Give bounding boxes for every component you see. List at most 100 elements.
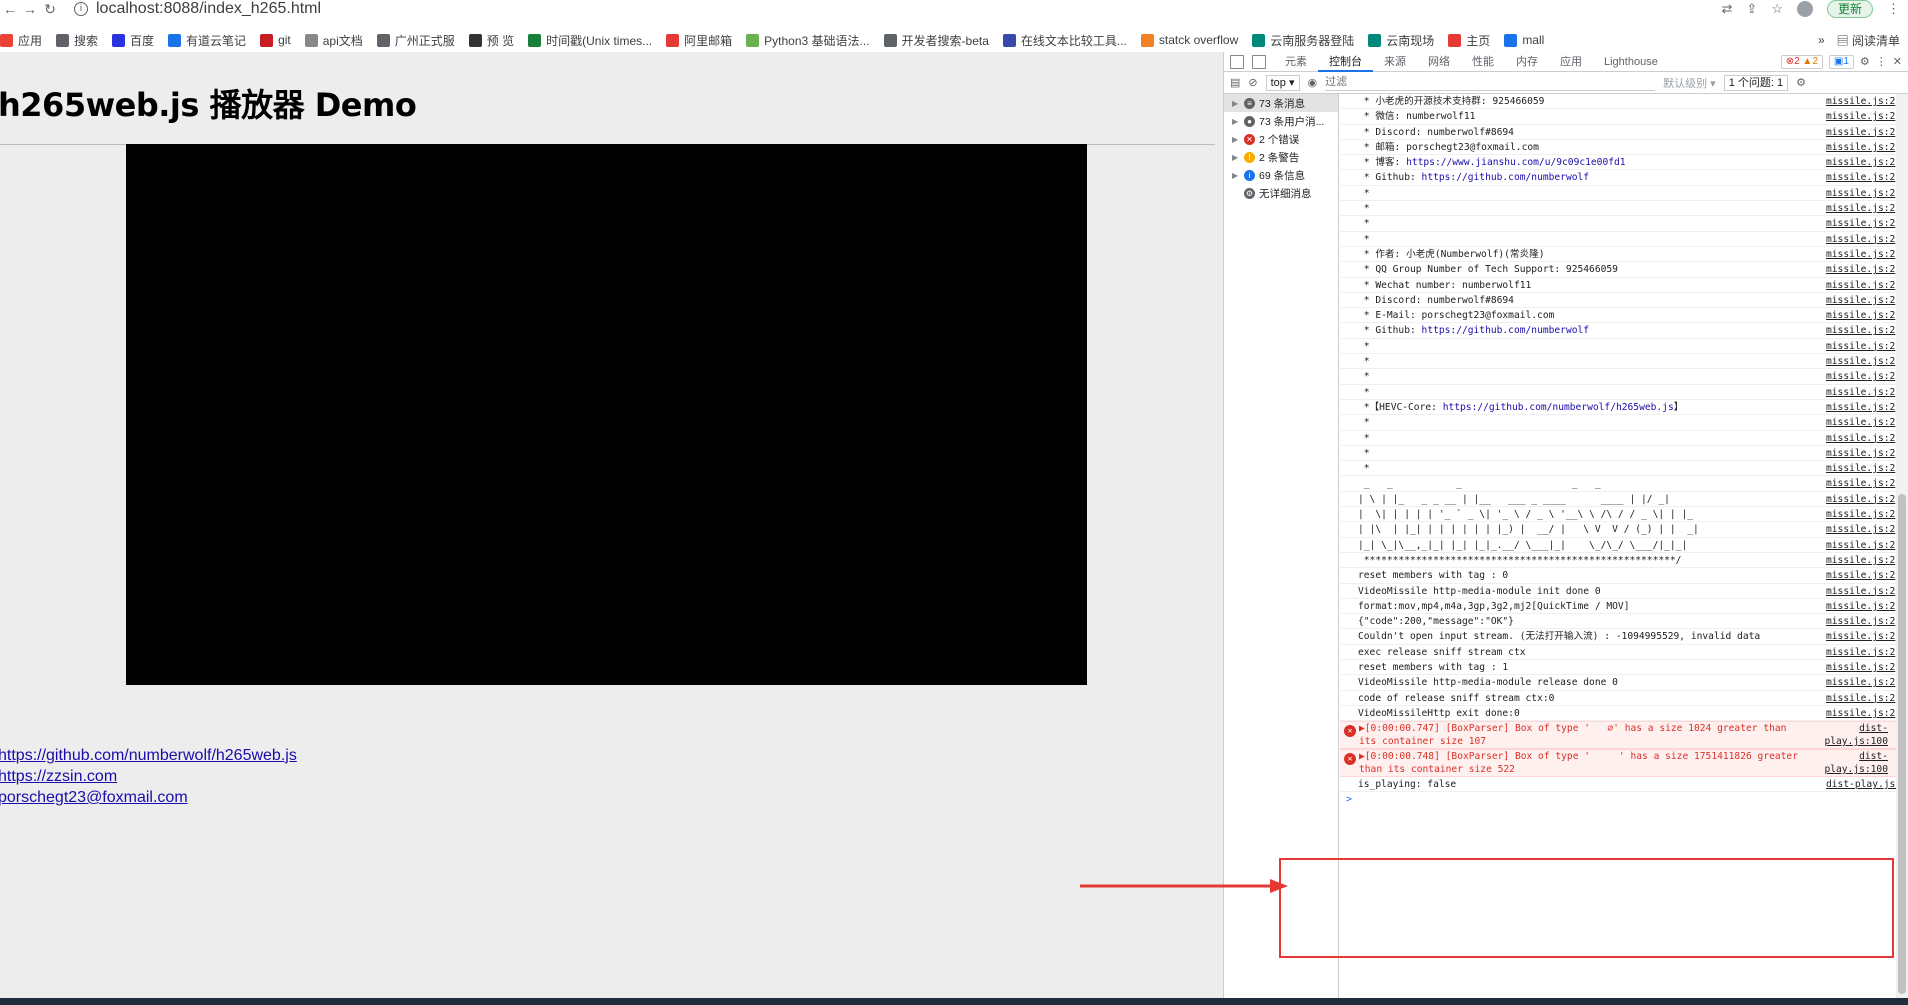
device-toggle-icon[interactable] bbox=[1252, 54, 1266, 69]
console-settings-icon[interactable]: ⚙ bbox=[1796, 76, 1806, 89]
source-link[interactable]: missile.js:2 bbox=[1826, 538, 1896, 552]
source-link[interactable]: missile.js:2 bbox=[1826, 568, 1896, 582]
source-link[interactable]: missile.js:2 bbox=[1826, 109, 1896, 123]
bookmark-item[interactable]: 有道云笔记 bbox=[168, 32, 246, 49]
source-link[interactable]: missile.js:2 bbox=[1826, 507, 1896, 521]
reading-list-button[interactable]: ▤ 阅读清单 bbox=[1837, 32, 1900, 49]
sidebar-filter-item[interactable]: ⚙ 无详细消息 bbox=[1224, 184, 1338, 202]
source-link[interactable]: missile.js:2 bbox=[1826, 94, 1896, 108]
expand-arrow-icon[interactable]: ▶ bbox=[1232, 99, 1240, 108]
source-link[interactable]: missile.js:2 bbox=[1826, 492, 1896, 506]
devtools-tab[interactable]: Lighthouse bbox=[1593, 52, 1669, 72]
source-link[interactable]: missile.js:2 bbox=[1826, 125, 1896, 139]
site-info-icon[interactable]: i bbox=[74, 2, 88, 16]
source-link[interactable]: missile.js:2 bbox=[1826, 140, 1896, 154]
console-error-message[interactable]: ✕ ▶[0:00:00.747] [BoxParser] Box of type … bbox=[1340, 721, 1896, 750]
star-icon[interactable]: ☆ bbox=[1771, 1, 1783, 17]
bookmark-item[interactable]: 阿里邮箱 bbox=[666, 32, 732, 49]
devtools-tab[interactable]: 控制台 bbox=[1318, 52, 1373, 72]
source-link[interactable]: missile.js:2 bbox=[1826, 293, 1896, 307]
issues-button[interactable]: 1 个问题: 1 bbox=[1723, 74, 1789, 91]
close-icon[interactable]: ✕ bbox=[1893, 55, 1902, 68]
source-link[interactable]: missile.js:2 bbox=[1826, 599, 1896, 613]
source-link[interactable]: missile.js:2 bbox=[1826, 675, 1896, 689]
scrollbar-thumb[interactable] bbox=[1898, 494, 1906, 994]
avatar[interactable] bbox=[1796, 1, 1813, 17]
source-link[interactable]: dist-play.js:100 bbox=[1806, 750, 1896, 776]
source-link[interactable]: missile.js:2 bbox=[1826, 155, 1896, 169]
github-link[interactable]: https://github.com/numberwolf/h265web.js bbox=[0, 745, 297, 766]
source-link[interactable]: missile.js:2 bbox=[1826, 339, 1896, 353]
source-link[interactable]: missile.js:2 bbox=[1826, 446, 1896, 460]
source-link[interactable]: missile.js:2 bbox=[1826, 278, 1896, 292]
message-link[interactable]: https://www.jianshu.com/u/9c09c1e00fd1 bbox=[1406, 157, 1626, 168]
message-link[interactable]: https://github.com/numberwolf/h265web.js bbox=[1443, 402, 1674, 413]
expand-arrow-icon[interactable]: ▶ bbox=[1232, 153, 1240, 162]
forward-icon[interactable]: → bbox=[20, 1, 40, 17]
source-link[interactable]: missile.js:2 bbox=[1826, 400, 1896, 414]
bookmark-item[interactable]: git bbox=[260, 33, 291, 47]
context-selector[interactable]: top ▾ bbox=[1265, 74, 1300, 91]
issues-badge[interactable]: ▣1 bbox=[1828, 54, 1854, 69]
source-link[interactable]: missile.js:2 bbox=[1826, 308, 1896, 322]
bookmark-item[interactable]: 广州正式服 bbox=[376, 32, 455, 49]
source-link[interactable]: missile.js:2 bbox=[1826, 369, 1896, 383]
source-link[interactable]: missile.js:2 bbox=[1826, 614, 1896, 628]
source-link[interactable]: missile.js:2 bbox=[1826, 584, 1896, 598]
bookmark-item[interactable]: mall bbox=[1504, 33, 1544, 47]
message-link[interactable]: https://github.com/numberwolf bbox=[1422, 172, 1590, 183]
console-scrollbar[interactable] bbox=[1896, 94, 1908, 1005]
expand-arrow-icon[interactable]: ▶ bbox=[1232, 171, 1240, 180]
translate-icon[interactable]: ⇄ bbox=[1722, 1, 1733, 17]
source-link[interactable]: missile.js:2 bbox=[1826, 629, 1896, 643]
sidebar-toggle-icon[interactable]: ▤ bbox=[1230, 76, 1240, 89]
bookmark-item[interactable]: statck overflow bbox=[1140, 33, 1238, 47]
source-link[interactable]: missile.js:2 bbox=[1826, 247, 1896, 261]
source-link[interactable]: missile.js:2 bbox=[1826, 186, 1896, 200]
clear-console-icon[interactable]: ⊘ bbox=[1248, 76, 1257, 89]
menu-kebab-icon[interactable]: ⋮ bbox=[1887, 1, 1900, 17]
source-link[interactable]: missile.js:2 bbox=[1826, 201, 1896, 215]
address-bar[interactable]: i localhost:8088/index_h265.html bbox=[74, 0, 1722, 18]
source-link[interactable]: missile.js:2 bbox=[1826, 385, 1896, 399]
bookmark-item[interactable]: 开发者搜索-beta bbox=[883, 32, 989, 49]
bookmark-item[interactable]: api文档 bbox=[304, 32, 363, 49]
source-link[interactable]: missile.js:2 bbox=[1826, 323, 1896, 337]
console-error-message[interactable]: ✕ ▶[0:00:00.748] [BoxParser] Box of type … bbox=[1340, 749, 1896, 778]
bookmark-item[interactable]: 预 览 bbox=[468, 32, 514, 49]
devtools-tab[interactable]: 来源 bbox=[1373, 52, 1417, 72]
site-link[interactable]: https://zzsin.com bbox=[0, 766, 297, 787]
source-link[interactable]: dist-play.js:283 bbox=[1826, 777, 1896, 791]
bookmark-item[interactable]: 云南服务器登陆 bbox=[1252, 32, 1354, 49]
reload-icon[interactable]: ↻ bbox=[40, 1, 60, 18]
source-link[interactable]: missile.js:2 bbox=[1826, 232, 1896, 246]
devtools-tab[interactable]: 性能 bbox=[1461, 52, 1505, 72]
source-link[interactable]: missile.js:2 bbox=[1826, 691, 1896, 705]
bookmark-item[interactable]: 搜索 bbox=[56, 32, 98, 49]
sidebar-filter-item[interactable]: ▶! 2 条警告 bbox=[1224, 148, 1338, 166]
source-link[interactable]: missile.js:2 bbox=[1826, 354, 1896, 368]
error-warning-badge[interactable]: ⊗2 ▲2 bbox=[1780, 54, 1823, 69]
sidebar-filter-item[interactable]: ▶ ● 73 条用户消... bbox=[1224, 112, 1338, 130]
source-link[interactable]: missile.js:2 bbox=[1826, 461, 1896, 475]
video-player-canvas[interactable] bbox=[126, 144, 1087, 685]
expand-arrow-icon[interactable]: ▶ bbox=[1232, 117, 1240, 126]
source-link[interactable]: missile.js:2 bbox=[1826, 415, 1896, 429]
source-link[interactable]: missile.js:2 bbox=[1826, 262, 1896, 276]
inspect-icon[interactable] bbox=[1230, 54, 1244, 69]
devtools-tab[interactable]: 网络 bbox=[1417, 52, 1461, 72]
console-prompt[interactable]: > bbox=[1340, 792, 1896, 808]
more-bookmarks-chevron[interactable]: » bbox=[1818, 33, 1825, 47]
update-button[interactable]: 更新 bbox=[1826, 0, 1873, 18]
bookmark-item[interactable]: 应用 bbox=[0, 32, 42, 49]
bookmark-item[interactable]: 在线文本比较工具... bbox=[1002, 32, 1127, 49]
eye-icon[interactable]: ◉ bbox=[1308, 76, 1318, 89]
devtools-tab[interactable]: 应用 bbox=[1549, 52, 1593, 72]
bookmark-item[interactable]: 时间戳(Unix times... bbox=[528, 32, 652, 49]
email-link[interactable]: porschegt23@foxmail.com bbox=[0, 787, 297, 808]
source-link[interactable]: missile.js:2 bbox=[1826, 553, 1896, 567]
source-link[interactable]: missile.js:2 bbox=[1826, 522, 1896, 536]
back-icon[interactable]: ← bbox=[0, 1, 20, 17]
source-link[interactable]: missile.js:2 bbox=[1826, 431, 1896, 445]
sidebar-filter-item[interactable]: ▶ i 69 条信息 bbox=[1224, 166, 1338, 184]
